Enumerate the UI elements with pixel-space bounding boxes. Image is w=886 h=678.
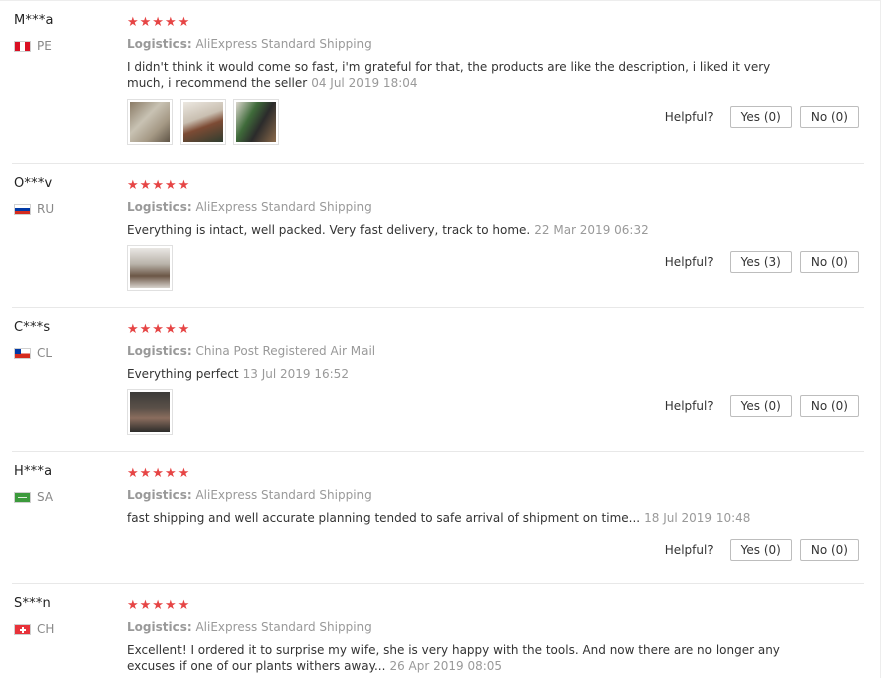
review-date: 26 Apr 2019 08:05	[389, 659, 503, 673]
russia-flag-icon	[14, 203, 31, 215]
review-item: M***a PE ★★★★★ Logistics: AliExpress Sta…	[12, 1, 864, 164]
review-photos	[127, 245, 180, 291]
country-code: PE	[37, 39, 52, 53]
buyer-name: C***s	[14, 320, 51, 335]
review-item: C***s CL ★★★★★ Logistics: China Post Reg…	[12, 308, 864, 452]
logistics-method: AliExpress Standard Shipping	[195, 620, 372, 634]
review-text: Everything is intact, well packed. Very …	[127, 222, 787, 238]
helpful-yes-button[interactable]: Yes (0)	[729, 106, 792, 128]
helpful-label: Helpful?	[664, 399, 714, 413]
star-rating: ★★★★★	[127, 466, 191, 481]
review-photo-thumbnail[interactable]	[127, 389, 173, 435]
review-date: 04 Jul 2019 18:04	[311, 76, 418, 90]
helpful-votes: Helpful? Yes (0) No (0)	[665, 539, 859, 561]
review-body: I didn't think it would come so fast, i'…	[127, 60, 771, 90]
review-photos	[127, 389, 180, 435]
buyer-country: PE	[14, 39, 52, 53]
review-photo-thumbnail[interactable]	[233, 99, 279, 145]
country-code: SA	[37, 490, 54, 504]
helpful-no-button[interactable]: No (0)	[799, 106, 859, 128]
review-date: 13 Jul 2019 16:52	[242, 367, 349, 381]
review-date: 18 Jul 2019 10:48	[644, 511, 751, 525]
logistics-label: Logistics:	[127, 488, 192, 502]
helpful-votes: Helpful? Yes (3) No (0)	[665, 251, 859, 273]
buyer-name: S***n	[14, 596, 51, 611]
logistics-info: Logistics: AliExpress Standard Shipping	[127, 200, 372, 214]
review-body: fast shipping and well accurate planning…	[127, 511, 641, 525]
buyer-name: O***v	[14, 176, 53, 191]
review-photos	[127, 99, 286, 145]
review-photo-thumbnail[interactable]	[127, 245, 173, 291]
review-body: Everything is intact, well packed. Very …	[127, 223, 531, 237]
logistics-method: AliExpress Standard Shipping	[195, 37, 372, 51]
review-photo-thumbnail[interactable]	[127, 99, 173, 145]
helpful-no-button[interactable]: No (0)	[799, 395, 859, 417]
review-text: Everything perfect 13 Jul 2019 16:52	[127, 366, 787, 382]
star-rating: ★★★★★	[127, 598, 191, 613]
review-text: I didn't think it would come so fast, i'…	[127, 59, 787, 91]
saudi-arabia-flag-icon	[14, 491, 31, 503]
helpful-yes-button[interactable]: Yes (0)	[729, 395, 792, 417]
buyer-country: SA	[14, 490, 53, 504]
review-item: S***n CH ★★★★★ Logistics: AliExpress Sta…	[12, 584, 864, 678]
review-item: O***v RU ★★★★★ Logistics: AliExpress Sta…	[12, 164, 864, 308]
logistics-method: AliExpress Standard Shipping	[195, 200, 372, 214]
country-code: RU	[37, 202, 55, 216]
peru-flag-icon	[14, 40, 31, 52]
logistics-info: Logistics: AliExpress Standard Shipping	[127, 37, 372, 51]
buyer-country: RU	[14, 202, 54, 216]
buyer-name: H***a	[14, 464, 53, 479]
star-rating: ★★★★★	[127, 15, 191, 30]
star-rating: ★★★★★	[127, 322, 191, 337]
buyer-country: CH	[14, 622, 54, 636]
helpful-yes-button[interactable]: Yes (0)	[729, 539, 792, 561]
logistics-method: AliExpress Standard Shipping	[195, 488, 372, 502]
buyer-country: CL	[14, 346, 52, 360]
logistics-label: Logistics:	[127, 37, 192, 51]
helpful-label: Helpful?	[664, 543, 714, 557]
review-text: fast shipping and well accurate planning…	[127, 510, 787, 526]
logistics-info: Logistics: AliExpress Standard Shipping	[127, 620, 372, 634]
review-item: H***a SA ★★★★★ Logistics: AliExpress Sta…	[12, 452, 864, 584]
country-code: CH	[37, 622, 55, 636]
logistics-method: China Post Registered Air Mail	[195, 344, 376, 358]
country-code: CL	[37, 346, 53, 360]
buyer-name: M***a	[14, 13, 54, 28]
logistics-label: Logistics:	[127, 620, 192, 634]
helpful-no-button[interactable]: No (0)	[799, 251, 859, 273]
logistics-info: Logistics: AliExpress Standard Shipping	[127, 488, 372, 502]
review-text: Excellent! I ordered it to surprise my w…	[127, 642, 787, 674]
review-body: Everything perfect	[127, 367, 239, 381]
review-photo-thumbnail[interactable]	[180, 99, 226, 145]
helpful-votes: Helpful? Yes (0) No (0)	[665, 106, 859, 128]
chile-flag-icon	[14, 347, 31, 359]
star-rating: ★★★★★	[127, 178, 191, 193]
helpful-yes-button[interactable]: Yes (3)	[729, 251, 792, 273]
logistics-label: Logistics:	[127, 344, 192, 358]
review-date: 22 Mar 2019 06:32	[534, 223, 649, 237]
logistics-info: Logistics: China Post Registered Air Mai…	[127, 344, 375, 358]
helpful-votes: Helpful? Yes (0) No (0)	[665, 395, 859, 417]
logistics-label: Logistics:	[127, 200, 192, 214]
reviews-list: M***a PE ★★★★★ Logistics: AliExpress Sta…	[0, 0, 881, 678]
helpful-label: Helpful?	[664, 255, 714, 269]
helpful-no-button[interactable]: No (0)	[799, 539, 859, 561]
switzerland-flag-icon	[14, 623, 31, 635]
helpful-label: Helpful?	[664, 110, 714, 124]
